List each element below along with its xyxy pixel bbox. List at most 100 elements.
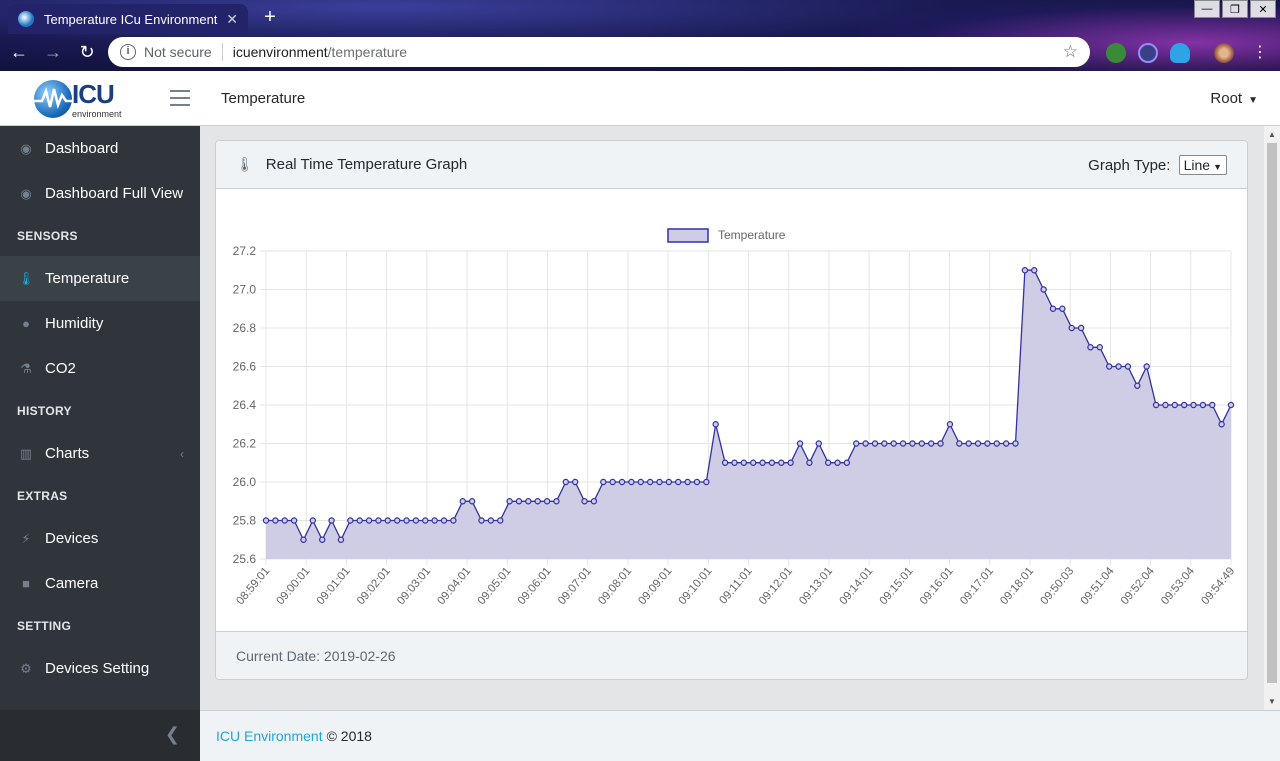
info-icon[interactable]: i <box>120 44 136 60</box>
user-dropdown[interactable]: Root ▼ <box>1210 90 1258 107</box>
data-point <box>787 459 794 466</box>
x-tick-label: 09:10:01 <box>677 565 715 607</box>
data-point <box>1021 267 1029 274</box>
sidebar-minimizer[interactable]: ❮ <box>0 710 200 761</box>
logo-subtext: environment <box>72 109 122 119</box>
forward-arrow-icon[interactable]: → <box>38 38 68 68</box>
y-tick-label: 25.8 <box>233 514 257 528</box>
data-point <box>796 440 804 447</box>
restore-icon[interactable]: ❐ <box>1222 0 1248 18</box>
data-point <box>740 459 748 466</box>
data-point <box>487 517 495 524</box>
browser-tab[interactable]: Temperature ICu Environment ✕ <box>8 4 248 34</box>
sidebar-item-temperature[interactable]: 🌡︎ Temperature <box>0 256 200 301</box>
footer-link[interactable]: ICU Environment <box>216 728 323 744</box>
data-point <box>656 478 663 486</box>
minimize-icon[interactable]: — <box>1194 0 1220 18</box>
card-title: Real Time Temperature Graph <box>265 156 468 173</box>
data-point <box>834 459 841 466</box>
sidebar-item-camera[interactable]: ■ Camera <box>0 561 200 606</box>
data-point <box>478 517 485 524</box>
extension-icon[interactable] <box>1138 43 1158 63</box>
data-point <box>871 440 879 447</box>
profile-avatar-icon[interactable] <box>1214 43 1234 63</box>
data-point <box>693 478 701 486</box>
scroll-down-icon[interactable]: ▼ <box>1268 697 1276 706</box>
data-point <box>927 440 935 447</box>
sidebar-item-charts[interactable]: ▥ Charts ‹ <box>0 431 200 476</box>
extension-icon[interactable] <box>1106 43 1126 63</box>
sidebar-item-devices-setting[interactable]: ⚙︎ Devices Setting <box>0 646 200 691</box>
data-point <box>440 517 448 524</box>
x-tick-label: 09:15:01 <box>878 565 916 607</box>
y-tick-label: 26.8 <box>233 321 257 335</box>
legend-swatch <box>667 228 709 243</box>
x-tick-label: 09:01:01 <box>315 565 353 607</box>
nav-section-title: SENSORS <box>17 229 78 243</box>
sidebar-item-humidity[interactable]: ● Humidity <box>0 301 200 346</box>
data-point <box>675 478 682 486</box>
cloud-extension-icon[interactable] <box>1170 43 1190 63</box>
new-tab-icon[interactable]: + <box>258 5 282 29</box>
data-point <box>431 517 438 524</box>
scroll-up-icon[interactable]: ▲ <box>1268 130 1276 139</box>
data-point <box>1059 305 1066 312</box>
x-tick-label: 09:09:01 <box>636 565 674 607</box>
data-point <box>768 459 776 466</box>
data-point <box>356 517 363 524</box>
graph-type-select[interactable]: Line ▼ <box>1178 154 1227 175</box>
card-header: 🌡︎ Real Time Temperature Graph Graph Typ… <box>216 141 1247 189</box>
sidebar-item-label: Camera <box>45 575 99 592</box>
data-point <box>759 459 766 466</box>
reload-icon[interactable]: ↻ <box>72 38 102 68</box>
brand-logo[interactable]: ICU environment <box>34 77 124 121</box>
security-label: Not secure <box>144 44 212 60</box>
sidebar-item-devices[interactable]: ⚡︎ Devices <box>0 516 200 561</box>
data-point <box>984 440 991 447</box>
y-tick-label: 26.4 <box>233 398 257 412</box>
window-close-icon[interactable]: ✕ <box>1250 0 1276 18</box>
bar-chart-icon: ▥ <box>19 445 33 461</box>
x-tick-label: 09:05:01 <box>476 565 514 607</box>
data-point <box>1124 363 1132 370</box>
legend-label: Temperature <box>718 228 786 242</box>
data-point <box>1209 401 1216 409</box>
x-tick-label: 09:12:01 <box>757 565 795 607</box>
back-arrow-icon[interactable]: ← <box>4 38 34 68</box>
x-tick-label: 09:16:01 <box>918 565 956 607</box>
sidebar-item-co2[interactable]: ⚗︎ CO2 <box>0 346 200 391</box>
url-text: icuenvironment/temperature <box>233 44 1063 60</box>
browser-chrome: Temperature ICu Environment ✕ + — ❐ ✕ ← … <box>0 0 1280 71</box>
x-tick-label: 09:11:01 <box>717 565 754 606</box>
data-point <box>965 440 972 447</box>
sidebar-item-dashboard[interactable]: ◉ Dashboard <box>0 126 200 171</box>
caret-down-icon: ▼ <box>1248 95 1258 106</box>
page-scrollbar[interactable]: ▲ ▼ <box>1264 126 1280 710</box>
y-tick-label: 25.6 <box>233 552 257 566</box>
address-bar[interactable]: i Not secure icuenvironment/temperature … <box>108 37 1090 67</box>
close-icon[interactable]: ✕ <box>226 11 238 28</box>
chart-area: Temperature 25.6 25.8 26.0 26.2 26.4 26.6 26.8 2… <box>216 189 1247 632</box>
main-content: 🌡︎ Real Time Temperature Graph Graph Typ… <box>200 126 1264 710</box>
data-point <box>553 498 560 505</box>
data-point <box>328 517 335 524</box>
data-point <box>1143 363 1150 370</box>
data-point <box>515 498 523 505</box>
data-point <box>290 517 298 524</box>
data-point <box>937 440 944 447</box>
data-point <box>1152 401 1160 409</box>
data-point <box>731 459 738 466</box>
more-vertical-icon[interactable]: ⋮ <box>1252 43 1268 63</box>
data-point <box>646 478 654 486</box>
scrollbar-thumb[interactable] <box>1267 143 1277 683</box>
bookmark-star-icon[interactable]: ☆ <box>1063 42 1078 62</box>
plug-icon: ⚡︎ <box>21 530 31 546</box>
globe-favicon-icon <box>18 11 34 27</box>
camera-icon: ■ <box>22 576 30 591</box>
data-point <box>300 536 307 543</box>
sidebar-item-label: Dashboard <box>45 140 119 157</box>
temperature-chart: Temperature 25.6 25.8 26.0 26.2 26.4 26.6 26.8 2… <box>233 228 1238 607</box>
sidebar-item-dashboard-full-view[interactable]: ◉ Dashboard Full View <box>0 171 200 216</box>
hamburger-menu-icon[interactable] <box>170 90 190 106</box>
data-point <box>497 517 504 524</box>
